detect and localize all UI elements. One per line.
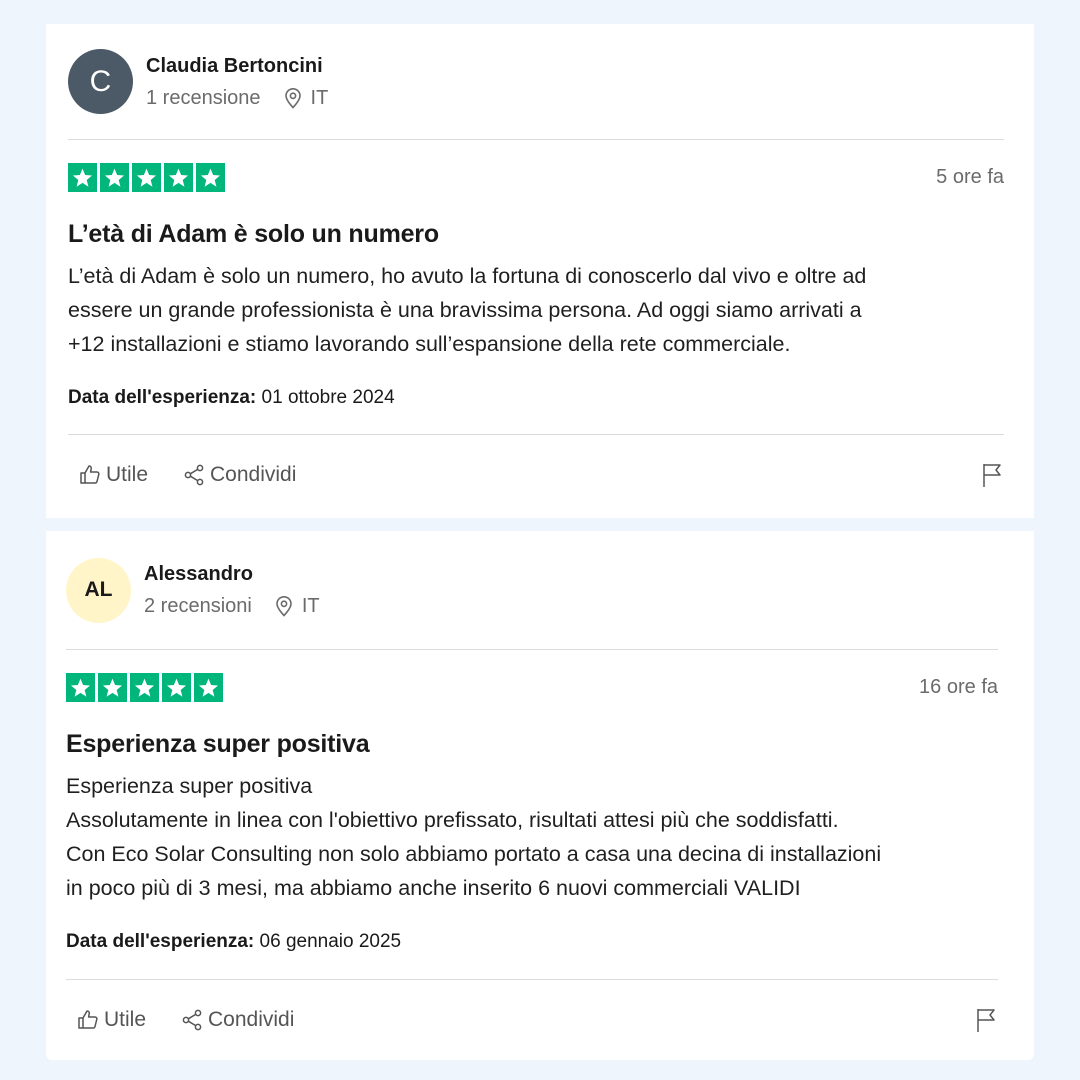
star-icon xyxy=(132,163,161,192)
review-header: AL Alessandro 2 recensioni IT xyxy=(66,531,998,649)
review-body-line: essere un grande professionista è una br… xyxy=(68,298,862,322)
report-button[interactable] xyxy=(974,1007,998,1033)
share-label: Condividi xyxy=(210,463,297,486)
flag-icon xyxy=(983,464,1001,487)
review-count: 1 recensione xyxy=(146,86,261,109)
useful-button[interactable]: Utile xyxy=(76,1008,146,1032)
flag-icon xyxy=(977,1009,995,1032)
user-info: Alessandro 2 recensioni IT xyxy=(144,561,320,619)
divider xyxy=(66,649,998,650)
review-body-line: L’età di Adam è solo un numero, ho avuto… xyxy=(68,264,867,288)
review-card: C Claudia Bertoncini 1 recensione IT 5 o… xyxy=(46,24,1034,518)
share-icon xyxy=(184,464,204,486)
experience-date: Data dell'esperienza: 06 gennaio 2025 xyxy=(66,931,998,953)
experience-value: 06 gennaio 2025 xyxy=(254,931,402,952)
useful-label: Utile xyxy=(104,1008,147,1031)
review-body-line: +12 installazioni e stiamo lavorando sul… xyxy=(68,332,791,356)
star-icon xyxy=(66,673,95,702)
review-actions: Utile Condividi xyxy=(66,980,998,1060)
review-body-line: Esperienza super positiva xyxy=(66,774,313,798)
star-icon xyxy=(162,673,191,702)
user-name[interactable]: Claudia Bertoncini xyxy=(146,53,328,79)
star-icon xyxy=(194,673,223,702)
share-icon xyxy=(182,1009,202,1031)
star-rating xyxy=(68,163,225,192)
experience-label: Data dell'esperienza: xyxy=(66,931,255,952)
useful-label: Utile xyxy=(106,463,149,486)
review-count: 2 recensioni xyxy=(144,595,252,617)
user-location: IT xyxy=(283,85,329,111)
user-name[interactable]: Alessandro xyxy=(144,561,320,587)
experience-label: Data dell'esperienza: xyxy=(68,387,257,408)
review-title[interactable]: Esperienza super positiva xyxy=(66,727,998,761)
star-icon xyxy=(98,673,127,702)
country-code: IT xyxy=(310,86,329,109)
rating-row: 16 ore fa xyxy=(66,673,998,702)
review-body-line: Assolutamente in linea con l'obiettivo p… xyxy=(66,808,839,832)
experience-value: 01 ottobre 2024 xyxy=(256,387,395,408)
user-meta: 2 recensioni IT xyxy=(144,593,320,619)
review-header: C Claudia Bertoncini 1 recensione IT xyxy=(68,24,1004,139)
review-title[interactable]: L’età di Adam è solo un numero xyxy=(68,217,1004,251)
review-date: 5 ore fa xyxy=(936,166,1004,188)
user-meta: 1 recensione IT xyxy=(146,85,328,111)
share-button[interactable]: Condividi xyxy=(182,463,296,487)
review-actions: Utile Condividi xyxy=(68,435,1004,515)
star-rating xyxy=(66,673,223,702)
review-body: Esperienza super positiva Assolutamente … xyxy=(66,769,998,905)
share-button[interactable]: Condividi xyxy=(180,1008,294,1032)
location-pin-icon xyxy=(284,87,301,109)
thumbs-up-icon xyxy=(80,465,100,484)
share-label: Condividi xyxy=(208,1008,295,1031)
review-body-line: in poco più di 3 mesi, ma abbiamo anche … xyxy=(66,876,801,900)
experience-date: Data dell'esperienza: 01 ottobre 2024 xyxy=(68,387,1004,409)
review-card: AL Alessandro 2 recensioni IT 16 ore fa … xyxy=(46,531,1034,1060)
star-icon xyxy=(68,163,97,192)
location-pin-icon xyxy=(276,596,292,617)
star-icon xyxy=(100,163,129,192)
avatar[interactable]: AL xyxy=(66,557,131,623)
review-body: L’età di Adam è solo un numero, ho avuto… xyxy=(68,259,1004,361)
rating-row: 5 ore fa xyxy=(68,163,1004,192)
star-icon xyxy=(164,163,193,192)
divider xyxy=(68,139,1004,140)
avatar[interactable]: C xyxy=(68,49,133,114)
star-icon xyxy=(130,673,159,702)
thumbs-up-icon xyxy=(78,1010,98,1029)
report-button[interactable] xyxy=(980,462,1004,488)
user-location: IT xyxy=(274,593,320,619)
review-date: 16 ore fa xyxy=(919,676,998,698)
star-icon xyxy=(196,163,225,192)
useful-button[interactable]: Utile xyxy=(78,463,148,487)
country-code: IT xyxy=(301,595,320,617)
user-info: Claudia Bertoncini 1 recensione IT xyxy=(146,53,328,111)
review-body-line: Con Eco Solar Consulting non solo abbiam… xyxy=(66,842,882,866)
